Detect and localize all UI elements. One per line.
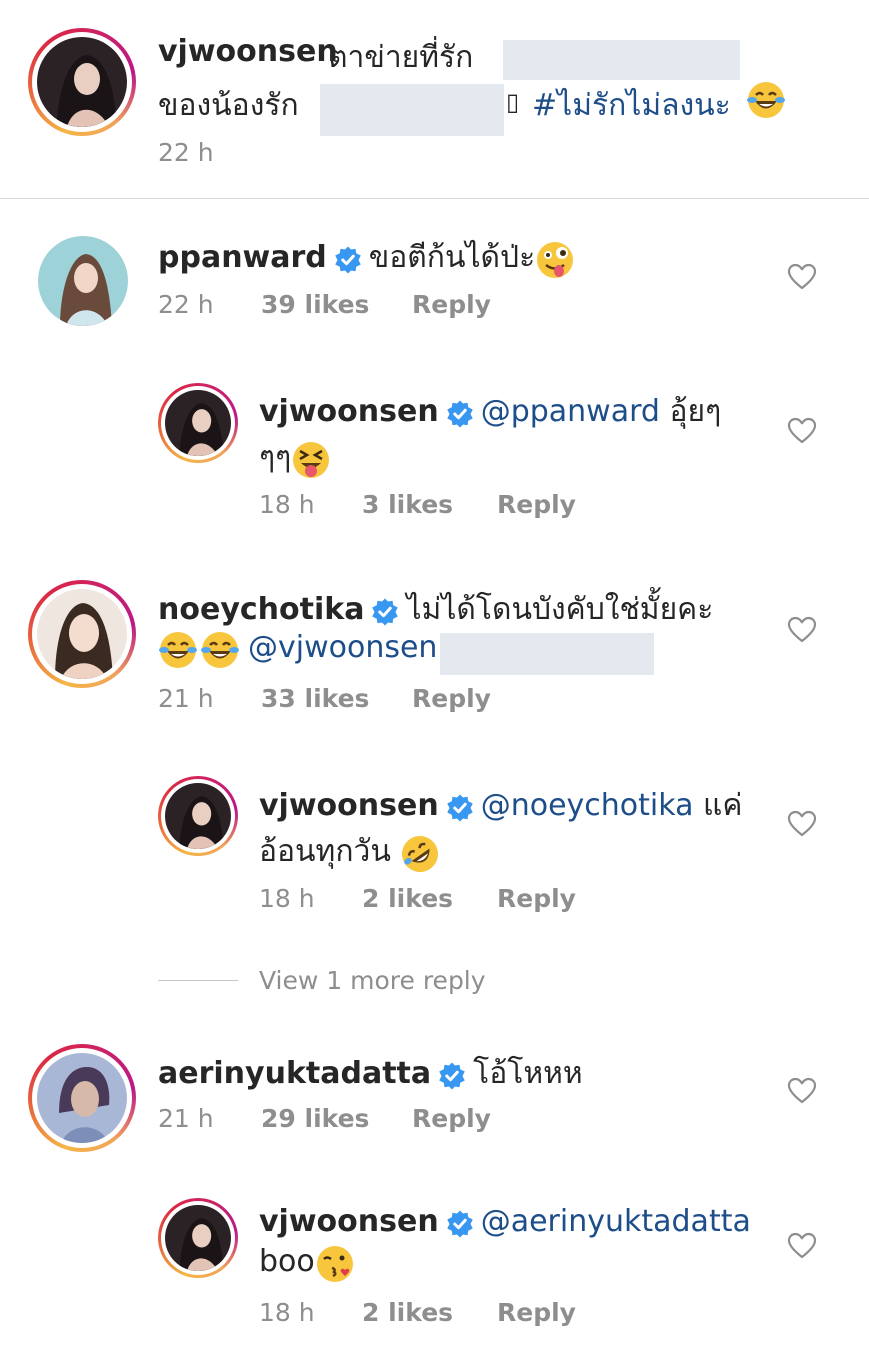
heart-icon[interactable] <box>787 809 817 839</box>
verified-badge-icon <box>446 1210 473 1237</box>
comment-text: โอ้โหหห <box>473 1056 583 1091</box>
comment-likes[interactable]: 29 likes <box>261 1104 369 1133</box>
caption-text-line1: ตาข่ายที่รัก <box>328 40 474 75</box>
mention-link[interactable]: @ppanward <box>481 394 660 429</box>
redaction-block <box>320 84 504 136</box>
mention-link[interactable]: @vjwoonsen <box>248 630 437 665</box>
avatar-vjwoonsen[interactable] <box>158 776 238 856</box>
comment-text: อุ้ยๆ <box>659 394 722 429</box>
missing-glyph: ▯ <box>506 88 520 116</box>
verified-badge-icon <box>446 400 473 427</box>
zany-face-emoji <box>537 241 574 278</box>
avatar-vjwoonsen[interactable] <box>158 1198 238 1278</box>
reply-vjwoonsen-3: vjwoonsen @aerinyuktadatta <box>259 1204 751 1242</box>
comment-likes[interactable]: 39 likes <box>261 290 369 319</box>
avatar-aerinyuktadatta[interactable] <box>28 1044 136 1152</box>
reply-button[interactable]: Reply <box>412 1104 491 1133</box>
comment-text: ขอตีก้นได้ป่ะ <box>368 240 536 275</box>
mention-link[interactable]: @aerinyuktadatta <box>481 1204 751 1239</box>
reply-vjwoonsen-1: vjwoonsen @ppanward อุ้ยๆ <box>259 388 721 435</box>
comment-likes[interactable]: 3 likes <box>362 490 453 519</box>
comment-username[interactable]: ppanward <box>158 240 327 275</box>
reply-button[interactable]: Reply <box>497 490 576 519</box>
verified-badge-icon <box>335 246 361 273</box>
comment-text: ๆๆ <box>259 440 292 475</box>
comment-username[interactable]: vjwoonsen <box>259 394 439 429</box>
comment-aerinyuktadatta: aerinyuktadatta โอ้โหหห <box>158 1050 583 1097</box>
comment-ppanward: ppanward ขอตีก้นได้ป่ะ <box>158 234 575 283</box>
squinting-tongue-emoji <box>293 441 330 478</box>
comment-time: 21 h <box>158 1104 214 1133</box>
caption-text-line2: ของน้องรัก <box>158 88 299 123</box>
view-more-line <box>158 980 238 981</box>
comment-time: 18 h <box>259 490 315 519</box>
comment-text: อ้อนทุกวัน <box>259 834 401 869</box>
reply-vjwoonsen-3-line2: boo <box>259 1244 355 1287</box>
heart-icon[interactable] <box>787 615 817 645</box>
reply-button[interactable]: Reply <box>497 884 576 913</box>
avatar-caption[interactable] <box>28 28 136 136</box>
joy-emoji <box>747 82 785 118</box>
caption-time: 22 h <box>158 138 214 167</box>
rofl-emoji <box>402 835 439 872</box>
comment-username[interactable]: aerinyuktadatta <box>158 1056 431 1091</box>
joy-emoji <box>159 631 197 668</box>
comment-noeychotika-line2: @vjwoonsen <box>158 630 437 673</box>
comment-time: 22 h <box>158 290 214 319</box>
mention-link[interactable]: @noeychotika <box>481 788 694 823</box>
reply-vjwoonsen-1-line2: ๆๆ <box>259 434 331 483</box>
joy-emoji <box>201 631 239 668</box>
caption-username[interactable]: vjwoonsen <box>158 34 338 69</box>
heart-icon[interactable] <box>787 1076 817 1106</box>
caption-hashtag[interactable]: #ไม่รักไม่ลงนะ <box>532 82 731 129</box>
comment-username[interactable]: noeychotika <box>158 592 364 627</box>
heart-icon[interactable] <box>787 416 817 446</box>
comment-likes[interactable]: 33 likes <box>261 684 369 713</box>
comment-likes[interactable]: 2 likes <box>362 884 453 913</box>
redaction-block <box>440 633 654 675</box>
comment-noeychotika: noeychotika ไม่ได้โดนบังคับใช่มั้ยคะ <box>158 586 713 633</box>
comment-time: 18 h <box>259 1298 315 1327</box>
verified-badge-icon <box>446 794 473 821</box>
redaction-block <box>503 40 740 80</box>
comment-username[interactable]: vjwoonsen <box>259 1204 439 1239</box>
heart-icon[interactable] <box>787 1231 817 1261</box>
reply-button[interactable]: Reply <box>412 684 491 713</box>
comment-text: boo <box>259 1244 315 1279</box>
avatar-ppanward[interactable] <box>38 236 128 326</box>
kissing-heart-emoji <box>316 1245 353 1282</box>
comment-time: 18 h <box>259 884 315 913</box>
reply-button[interactable]: Reply <box>497 1298 576 1327</box>
avatar-vjwoonsen[interactable] <box>158 383 238 463</box>
comment-likes[interactable]: 2 likes <box>362 1298 453 1327</box>
comment-text: แค่ <box>693 788 743 823</box>
heart-icon[interactable] <box>787 262 817 292</box>
verified-badge-icon <box>372 598 399 625</box>
comment-username[interactable]: vjwoonsen <box>259 788 439 823</box>
avatar-noeychotika[interactable] <box>28 580 136 688</box>
view-more-replies-link[interactable]: View 1 more reply <box>259 966 486 995</box>
comment-text: ไม่ได้โดนบังคับใช่มั้ยคะ <box>406 592 714 627</box>
verified-badge-icon <box>439 1062 465 1089</box>
reply-button[interactable]: Reply <box>412 290 491 319</box>
comment-time: 21 h <box>158 684 214 713</box>
reply-vjwoonsen-2: vjwoonsen @noeychotika แค่ <box>259 782 742 829</box>
divider <box>0 198 869 199</box>
reply-vjwoonsen-2-line2: อ้อนทุกวัน <box>259 828 440 877</box>
